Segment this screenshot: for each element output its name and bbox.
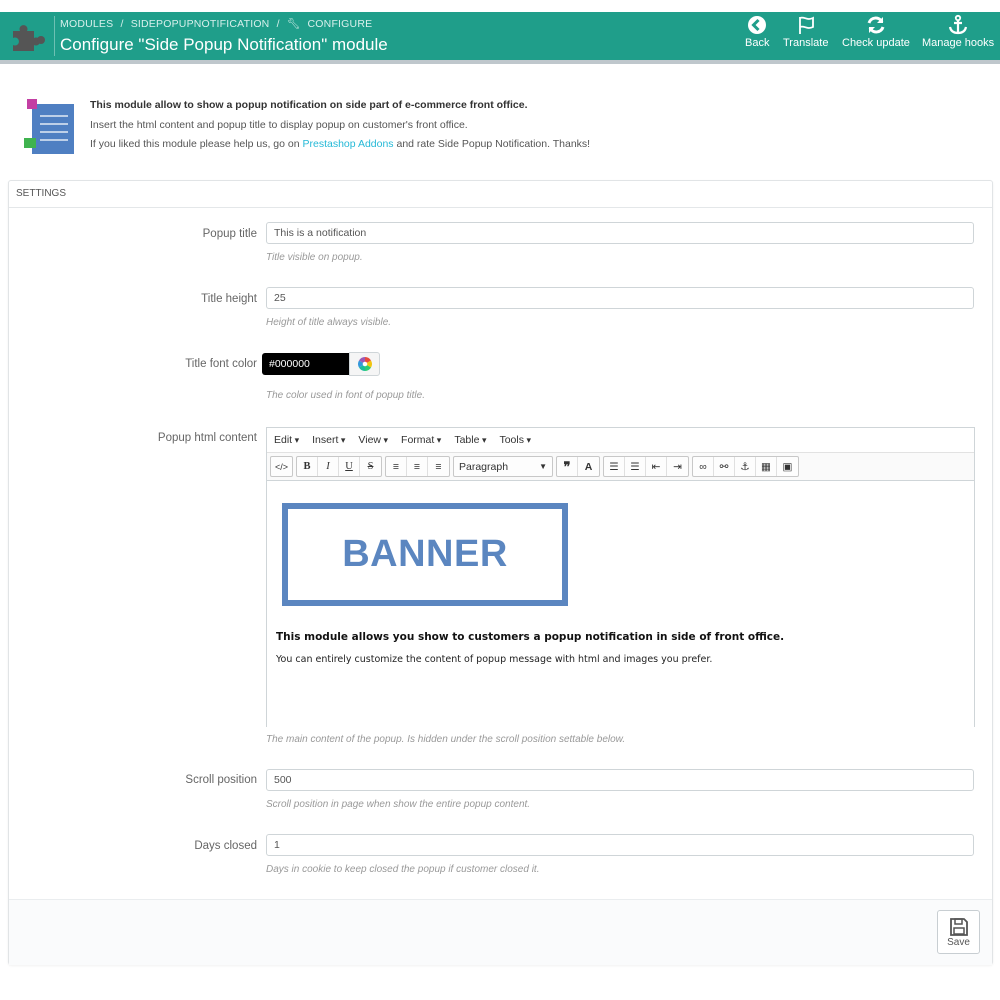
menu-tools[interactable]: Tools bbox=[499, 434, 531, 446]
media-icon[interactable]: ▦ bbox=[756, 457, 777, 476]
module-document-icon bbox=[24, 99, 74, 154]
anchor-icon[interactable]: ⚓︎ bbox=[735, 457, 756, 476]
days-closed-label: Days closed bbox=[194, 840, 257, 852]
numbered-list-icon[interactable]: ☰ bbox=[625, 457, 646, 476]
align-center-icon[interactable]: ≡ bbox=[407, 457, 428, 476]
italic-icon[interactable]: I bbox=[318, 457, 339, 476]
color-wheel-icon bbox=[357, 357, 372, 371]
link-icon[interactable]: ∞ bbox=[693, 457, 714, 476]
editor-toolbar: </> B I U S ≡ ≡ ≡ Paragraph ▼ ❞ A ☰ ☰ ⇤ … bbox=[267, 453, 974, 481]
anchor-icon bbox=[948, 14, 968, 35]
settings-panel: SETTINGS Popup title This is a notificat… bbox=[8, 180, 993, 965]
image-icon[interactable]: ▣ bbox=[777, 457, 798, 476]
breadcrumb-configure: CONFIGURE bbox=[307, 18, 373, 30]
color-picker-button[interactable] bbox=[349, 352, 380, 376]
scroll-position-input[interactable]: 500 bbox=[266, 769, 974, 791]
editor-menubar: Edit Insert View Format Table Tools bbox=[267, 428, 974, 453]
days-closed-input[interactable]: 1 bbox=[266, 834, 974, 856]
rich-text-editor: Edit Insert View Format Table Tools </> … bbox=[266, 427, 975, 728]
underline-icon[interactable]: U bbox=[339, 457, 360, 476]
strikethrough-icon[interactable]: S bbox=[360, 457, 381, 476]
indent-icon[interactable]: ⇥ bbox=[667, 457, 688, 476]
menu-insert[interactable]: Insert bbox=[312, 434, 345, 446]
popup-title-input[interactable]: This is a notification bbox=[266, 222, 974, 244]
content-heading: This module allows you show to customers… bbox=[276, 631, 785, 643]
back-button[interactable]: Back bbox=[745, 14, 769, 58]
floppy-disk-icon bbox=[949, 917, 968, 936]
popup-html-content-label: Popup html content bbox=[157, 432, 257, 444]
bold-icon[interactable]: B bbox=[297, 457, 318, 476]
scroll-position-label: Scroll position bbox=[185, 774, 257, 786]
title-height-input[interactable]: 25 bbox=[266, 287, 974, 309]
chevron-down-icon: ▼ bbox=[539, 462, 547, 471]
back-arrow-icon bbox=[748, 16, 767, 34]
title-font-color-label: Title font color bbox=[185, 358, 257, 370]
breadcrumb-modules[interactable]: MODULES bbox=[60, 18, 113, 30]
editor-content-area[interactable]: BANNER This module allows you show to cu… bbox=[267, 481, 974, 728]
popup-title-label: Popup title bbox=[202, 228, 257, 240]
title-height-label: Title height bbox=[201, 293, 257, 305]
panel-heading: SETTINGS bbox=[9, 181, 992, 208]
text-color-icon[interactable]: A bbox=[578, 457, 599, 476]
wrench-icon: 🔧︎ bbox=[286, 18, 301, 30]
page-header: MODULES / SIDEPOPUPNOTIFICATION / 🔧︎ CON… bbox=[0, 12, 1000, 64]
align-right-icon[interactable]: ≡ bbox=[428, 457, 449, 476]
manage-hooks-button[interactable]: Manage hooks bbox=[922, 14, 994, 58]
popup-html-content-help: The main content of the popup. Is hidden… bbox=[266, 734, 626, 745]
format-select[interactable]: Paragraph ▼ bbox=[454, 457, 552, 476]
source-code-icon[interactable]: </> bbox=[271, 457, 292, 476]
module-description: This module allow to show a popup notifi… bbox=[90, 99, 591, 150]
prestashop-addons-link[interactable]: Prestashop Addons bbox=[302, 138, 393, 150]
menu-view[interactable]: View bbox=[358, 434, 388, 446]
menu-table[interactable]: Table bbox=[454, 434, 486, 446]
breadcrumb: MODULES / SIDEPOPUPNOTIFICATION / 🔧︎ CON… bbox=[60, 18, 373, 30]
menu-format[interactable]: Format bbox=[401, 434, 441, 446]
blockquote-icon[interactable]: ❞ bbox=[557, 457, 578, 476]
menu-edit[interactable]: Edit bbox=[274, 434, 299, 446]
breadcrumb-module[interactable]: SIDEPOPUPNOTIFICATION bbox=[131, 18, 270, 30]
bullet-list-icon[interactable]: ☰ bbox=[604, 457, 625, 476]
translate-button[interactable]: Translate bbox=[783, 14, 828, 58]
banner-image: BANNER bbox=[282, 503, 568, 606]
days-closed-help: Days in cookie to keep closed the popup … bbox=[266, 864, 540, 875]
outdent-icon[interactable]: ⇤ bbox=[646, 457, 667, 476]
refresh-icon bbox=[867, 16, 885, 34]
scroll-position-help: Scroll position in page when show the en… bbox=[266, 799, 531, 810]
title-height-help: Height of title always visible. bbox=[266, 317, 392, 328]
puzzle-icon bbox=[13, 25, 45, 51]
align-left-icon[interactable]: ≡ bbox=[386, 457, 407, 476]
popup-title-help: Title visible on popup. bbox=[266, 252, 363, 263]
flag-icon bbox=[798, 16, 814, 34]
unlink-icon[interactable]: ⚯ bbox=[714, 457, 735, 476]
check-update-button[interactable]: Check update bbox=[842, 14, 910, 58]
title-font-color-help: The color used in font of popup title. bbox=[266, 390, 425, 401]
page-title: Configure "Side Popup Notification" modu… bbox=[60, 35, 388, 54]
save-button[interactable]: Save bbox=[937, 910, 980, 954]
panel-footer: Save bbox=[9, 899, 992, 965]
title-font-color-input[interactable]: #000000 bbox=[262, 353, 350, 375]
content-paragraph: You can entirely customize the content o… bbox=[276, 654, 713, 665]
